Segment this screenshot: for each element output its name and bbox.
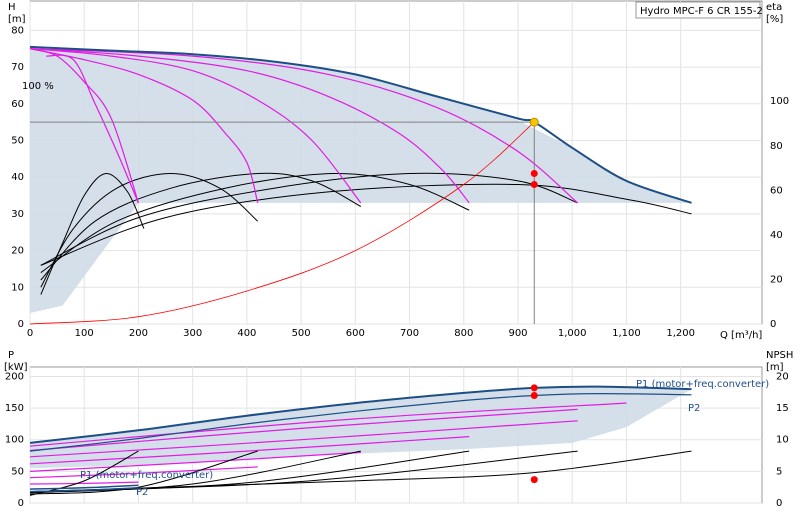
qh-x-tick-label: 300 xyxy=(183,328,202,339)
qh-duty-marker xyxy=(530,170,538,178)
qh-x-tick-label: 100 xyxy=(75,328,94,339)
qh-ylabel: H xyxy=(8,2,16,13)
power-y-tick-label: 50 xyxy=(11,466,24,477)
qh-x-tick-label: 1,000 xyxy=(558,328,587,339)
qh-x-tick-label: 200 xyxy=(129,328,148,339)
p1-series-label: P1 (motor+freq.converter) xyxy=(636,379,769,390)
power-duty-marker xyxy=(530,476,538,484)
qh-yright-tick-label: 80 xyxy=(770,141,783,152)
qh-x-tick-label: 800 xyxy=(454,328,473,339)
power-yright-unit: [m] xyxy=(766,362,784,373)
pump-curve-chart: 0 100 200 300 400 500 600 700 800 900 1,000 1,100 1,… xyxy=(0,0,800,520)
power-yright-label: NPSH xyxy=(766,350,793,361)
qh-yright-unit: [%] xyxy=(766,14,783,25)
chart-canvas: 0 100 200 300 400 500 600 700 800 900 1,000 1,100 1,… xyxy=(4,0,793,509)
power-y-tick-label: 0 xyxy=(18,498,24,509)
p1-series-label-low: P1 (motor+freq.converter) xyxy=(80,470,213,481)
qh-y-tick-label: 80 xyxy=(11,25,24,36)
qh-x-tick-label: 600 xyxy=(346,328,365,339)
qh-yright-tick-label: 0 xyxy=(770,319,776,330)
qh-y-tick-label: 40 xyxy=(11,172,24,183)
qh-x-tick-label: 1,200 xyxy=(666,328,695,339)
power-y-tick-label: 200 xyxy=(5,371,24,382)
qh-y-tick-label: 50 xyxy=(11,135,24,146)
qh-y-tick-label: 70 xyxy=(11,62,24,73)
qh-y-tick-label: 60 xyxy=(11,99,24,110)
qh-ylabel-unit: [m] xyxy=(8,14,26,25)
qh-yright-tick-label: 20 xyxy=(770,274,783,285)
power-duty-marker xyxy=(530,384,538,392)
power-y-tick-label: 100 xyxy=(5,435,24,446)
power-yright-tick-label: 10 xyxy=(776,435,789,446)
qh-duty-point xyxy=(529,117,539,127)
p2-series-label: P2 xyxy=(688,403,700,414)
qh-yright-tick-label: 60 xyxy=(770,185,783,196)
p2-series-label-low: P2 xyxy=(136,487,148,498)
qh-yright-tick-label: 100 xyxy=(770,96,789,107)
qh-x-tick-label: 900 xyxy=(508,328,527,339)
qh-y-tick-label: 10 xyxy=(11,282,24,293)
power-yright-tick-label: 20 xyxy=(776,371,789,382)
power-duty-marker xyxy=(530,391,538,399)
qh-x-tick-label: 0 xyxy=(27,328,33,339)
qh-xlabel: Q [m³/h] xyxy=(720,330,762,341)
qh-y-tick-label: 0 xyxy=(18,319,24,330)
power-y-tick-label: 150 xyxy=(5,403,24,414)
qh-x-tick-label: 700 xyxy=(400,328,419,339)
qh-x-tick-label: 400 xyxy=(237,328,256,339)
qh-duty-marker xyxy=(530,181,538,189)
qh-yright-tick-label: 40 xyxy=(770,230,783,241)
power-yright-tick-label: 0 xyxy=(776,498,782,509)
qh-y-tick-label: 20 xyxy=(11,246,24,257)
power-ylabel: P xyxy=(8,350,14,361)
qh-x-tick-label: 1,100 xyxy=(612,328,641,339)
qh-annotation-100pct: 100 % xyxy=(22,81,54,92)
qh-y-tick-label: 30 xyxy=(11,209,24,220)
qh-x-tick-label: 500 xyxy=(292,328,311,339)
chart-title-box: Hydro MPC-F 6 CR 155-2 xyxy=(635,1,763,19)
power-ylabel-unit: [kW] xyxy=(4,362,28,373)
chart-title: Hydro MPC-F 6 CR 155-2 xyxy=(640,6,763,17)
qh-yright-label: eta xyxy=(766,2,782,13)
power-yright-tick-label: 15 xyxy=(776,403,789,414)
power-yright-tick-label: 5 xyxy=(776,466,782,477)
